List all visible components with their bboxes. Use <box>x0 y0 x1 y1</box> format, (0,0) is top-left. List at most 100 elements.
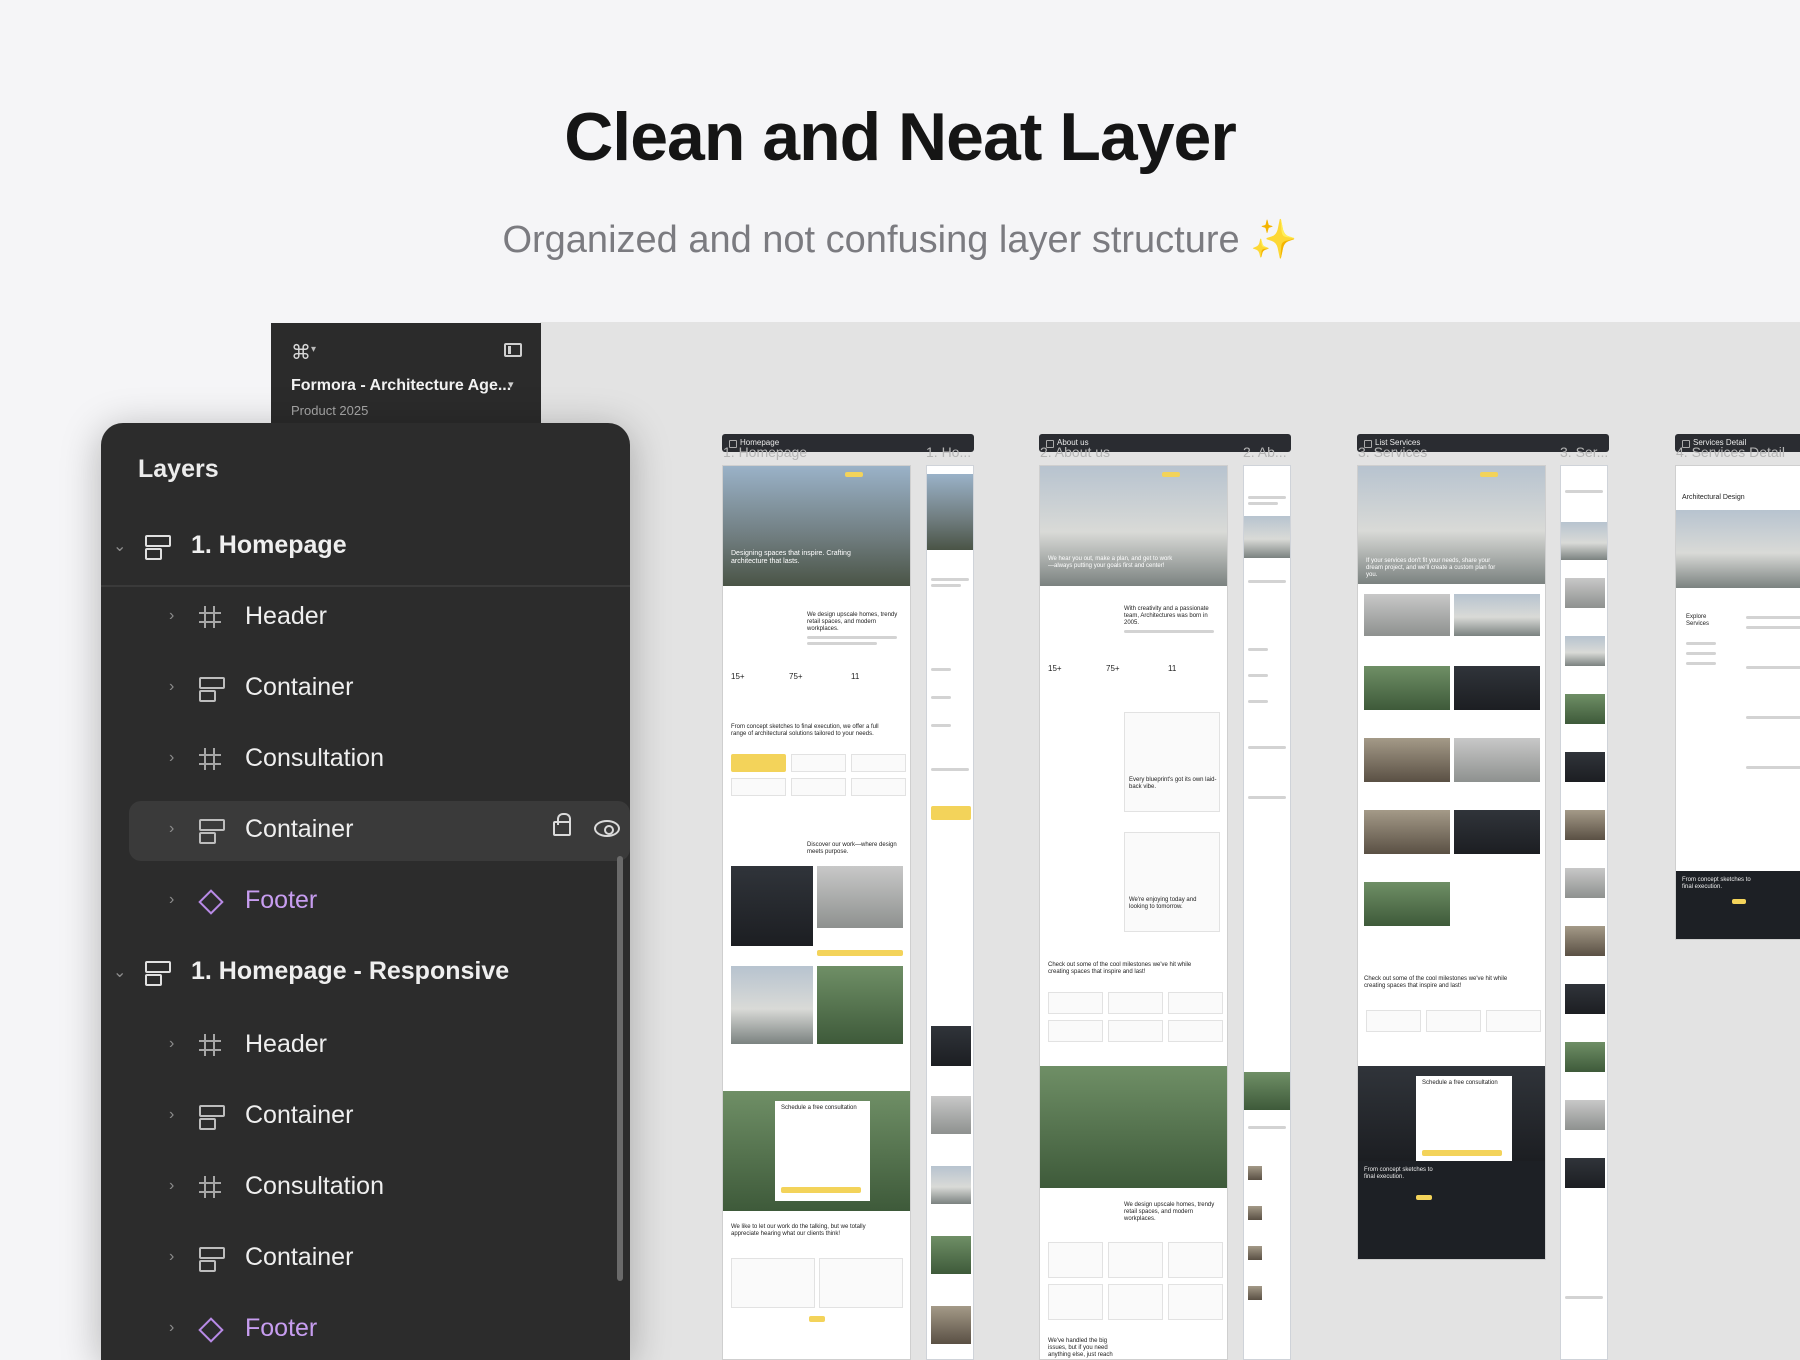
service-image <box>1565 810 1605 840</box>
service-image <box>1565 694 1605 724</box>
frame-about-responsive[interactable] <box>1243 465 1291 1360</box>
service-image <box>1565 984 1605 1014</box>
layer-label: Container <box>245 1101 354 1129</box>
faq-heading: We've handled the big issues, but if you… <box>1048 1338 1113 1358</box>
service-card-active <box>931 806 971 820</box>
frame-homepage[interactable]: Designing spaces that inspire. Crafting … <box>722 465 911 1360</box>
layer-row-container[interactable]: › Container <box>101 1089 630 1145</box>
frame-caption-services-detail: 4. Services Detail <box>1676 444 1785 460</box>
layer-label: Footer <box>245 886 318 914</box>
text-line <box>1248 580 1286 583</box>
text-line <box>1248 746 1286 749</box>
hero-image <box>1676 510 1800 588</box>
chevron-down-icon[interactable]: ▾ <box>311 344 316 355</box>
layer-row-homepage-responsive[interactable]: ⌄ 1. Homepage - Responsive <box>101 945 630 1001</box>
file-name[interactable]: Formora - Architecture Age... <box>291 377 511 395</box>
service-image <box>1565 926 1605 956</box>
frame-about[interactable]: We hear you out, make a plan, and get to… <box>1039 465 1228 1360</box>
stat-2: 75+ <box>1106 664 1120 673</box>
chevron-right-icon[interactable]: › <box>169 1319 174 1337</box>
form-submit <box>781 1187 861 1193</box>
layers-panel: Layers ⌄ 1. Homepage › Header › Containe… <box>101 423 630 1360</box>
milestone-card <box>1366 1010 1421 1032</box>
layer-row-homepage[interactable]: ⌄ 1. Homepage <box>101 519 630 575</box>
hero-text: If your services don't fit your needs, s… <box>1366 558 1496 578</box>
chevron-right-icon[interactable]: › <box>169 749 174 767</box>
layer-row-container[interactable]: › Container <box>101 661 630 717</box>
frame-homepage-responsive[interactable] <box>926 465 974 1360</box>
layer-row-footer[interactable]: › Footer <box>101 1302 630 1358</box>
service-image <box>1565 752 1605 782</box>
milestone-card <box>1048 1020 1103 1042</box>
team-heading: We design upscale homes, trendy retail s… <box>1124 1202 1215 1222</box>
layer-label: Container <box>245 673 354 701</box>
figma-logo-icon[interactable]: ⌘ <box>291 340 311 365</box>
layer-row-header[interactable]: › Header <box>101 590 630 646</box>
chevron-right-icon[interactable]: › <box>169 1035 174 1053</box>
frame-caption-about-responsive: 2. Ab... <box>1243 444 1287 460</box>
team-card <box>1108 1242 1163 1278</box>
hero-image <box>723 466 910 586</box>
lock-icon[interactable] <box>553 813 571 836</box>
chevron-right-icon[interactable]: › <box>169 891 174 909</box>
text-line <box>807 642 877 645</box>
service-image <box>1565 1042 1605 1072</box>
frame-services-responsive[interactable] <box>1560 465 1608 1360</box>
project-name: Product 2025 <box>291 403 369 418</box>
footer: From concept sketches to final execution… <box>1676 871 1800 939</box>
team-card <box>1048 1242 1103 1278</box>
chevron-down-icon[interactable]: ⌄ <box>113 536 126 556</box>
layer-label: Consultation <box>245 744 384 772</box>
stack-icon <box>199 818 225 844</box>
chevron-right-icon[interactable]: › <box>169 678 174 696</box>
chevron-right-icon[interactable]: › <box>169 820 174 838</box>
chevron-down-icon[interactable]: ⌄ <box>113 962 126 982</box>
text-line <box>931 768 969 771</box>
stat-1: 15+ <box>731 672 745 681</box>
layers-scrollbar[interactable] <box>617 856 623 1281</box>
layer-row-header[interactable]: › Header <box>101 1018 630 1074</box>
layer-row-consultation[interactable]: › Consultation <box>101 1160 630 1216</box>
footer-cta <box>1416 1195 1432 1200</box>
milestone-card <box>1426 1010 1481 1032</box>
text-line <box>1746 626 1800 629</box>
stat-line <box>1248 700 1268 703</box>
milestone-card <box>1168 992 1223 1014</box>
layer-label: Header <box>245 602 327 630</box>
testimonial-card <box>731 1258 815 1308</box>
eye-icon[interactable] <box>594 820 620 837</box>
team-card <box>1168 1284 1223 1320</box>
frame-icon <box>199 1176 221 1198</box>
design-canvas[interactable]: Homepage 1. Homepage 1. Ho... Designing … <box>540 322 1800 1360</box>
service-image <box>1364 882 1450 926</box>
service-image <box>1565 578 1605 608</box>
milestone-heading: Check out some of the cool milestones we… <box>1048 962 1192 975</box>
chevron-right-icon[interactable]: › <box>169 1177 174 1195</box>
milestone-card <box>1486 1010 1541 1032</box>
component-icon <box>198 889 224 915</box>
frame-services-detail[interactable]: Architectural Design Explore Services Fr… <box>1675 465 1800 940</box>
text-line <box>1686 642 1716 645</box>
chevron-right-icon[interactable]: › <box>169 1106 174 1124</box>
layer-label: Header <box>245 1030 327 1058</box>
layer-label: Consultation <box>245 1172 384 1200</box>
stat-line <box>931 724 951 727</box>
layer-row-container-selected[interactable]: › Container <box>129 801 630 861</box>
layer-row-footer[interactable]: › Footer <box>101 874 630 930</box>
frame-caption-about: 2. About us <box>1040 444 1111 460</box>
quote-card: We're enjoying today and looking to tomo… <box>1124 832 1220 932</box>
milestone-card <box>1108 992 1163 1014</box>
service-image <box>1565 868 1605 898</box>
team-card <box>1168 1242 1223 1278</box>
chevron-right-icon[interactable]: › <box>169 1248 174 1266</box>
layer-row-consultation[interactable]: › Consultation <box>101 732 630 788</box>
stat-line <box>1248 674 1268 677</box>
stat-line <box>1248 648 1268 651</box>
sidebar-toggle-icon[interactable] <box>504 343 522 357</box>
chevron-right-icon[interactable]: › <box>169 607 174 625</box>
footer: From concept sketches to final execution… <box>1358 1161 1545 1259</box>
layer-row-container[interactable]: › Container <box>101 1231 630 1287</box>
hero-image <box>927 474 973 550</box>
chevron-down-icon[interactable]: ▾ <box>508 378 514 391</box>
frame-services[interactable]: If your services don't fit your needs, s… <box>1357 465 1546 1260</box>
